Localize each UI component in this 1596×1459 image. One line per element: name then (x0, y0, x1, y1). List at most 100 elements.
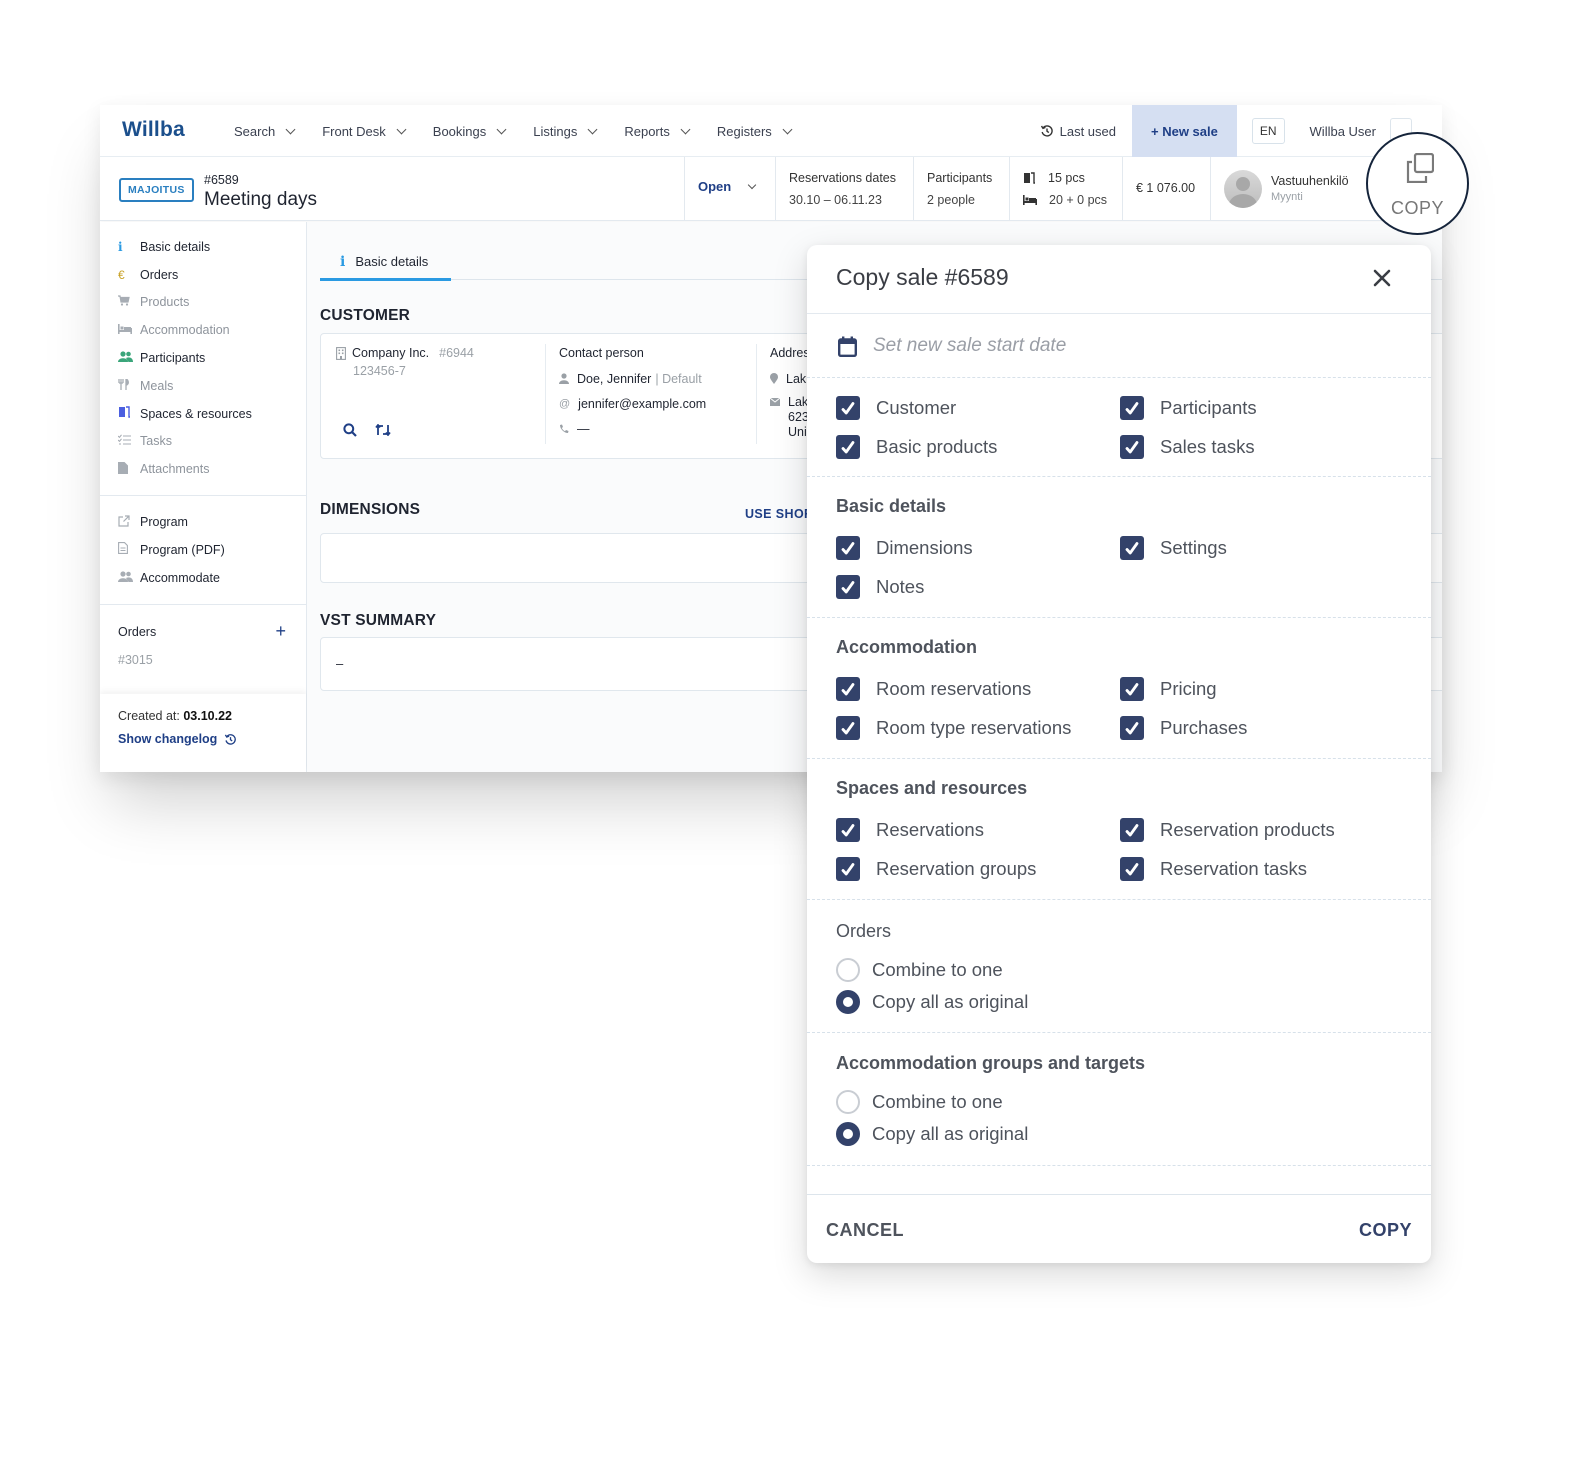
checkbox-customer[interactable]: Customer (836, 396, 956, 420)
file-icon (118, 461, 140, 477)
sidebar-item-label: Attachments (140, 462, 210, 477)
radio-orders-copy-original[interactable]: Copy all as original (836, 990, 1028, 1014)
contact-person: Contact person Doe, Jennifer | Default @ j… (559, 346, 706, 441)
menu-label: Search (234, 123, 276, 139)
menu-listings[interactable]: Listings (533, 124, 598, 139)
participants-label: Participants (927, 171, 993, 185)
checkbox-participants[interactable]: Participants (1120, 396, 1257, 420)
checkbox-label: Purchases (1160, 717, 1248, 738)
show-changelog-link[interactable]: Show changelog (118, 732, 288, 746)
contact-email[interactable]: jennifer@example.com (578, 397, 706, 411)
sidebar-item-spaces[interactable]: Spaces & resources (100, 400, 306, 428)
sidebar-item-attachments[interactable]: Attachments (100, 455, 306, 483)
spaces-count: 15 pcs (1048, 171, 1085, 185)
tab-label: Basic details (355, 254, 429, 269)
sidebar-link-label: Accommodate (140, 570, 220, 585)
menu-bookings[interactable]: Bookings (433, 124, 507, 139)
checkbox-room-type-reservations[interactable]: Room type reservations (836, 716, 1071, 740)
postal-line: Lak (788, 395, 809, 409)
participants-summary[interactable]: Participants 2 people (913, 157, 1009, 221)
copy-button[interactable]: COPY (1359, 1220, 1412, 1241)
menu-reports[interactable]: Reports (624, 124, 691, 139)
search-icon[interactable] (343, 423, 357, 437)
sidebar-link-program-pdf[interactable]: Program (PDF) (100, 536, 306, 564)
checkbox-checked-icon (1120, 857, 1144, 881)
sale-type-badge: MAJOITUS (119, 178, 194, 202)
checkbox-reservation-products[interactable]: Reservation products (1120, 818, 1335, 842)
sidebar-item-tasks[interactable]: Tasks (100, 428, 306, 456)
postal-line: Uni (788, 425, 807, 439)
resources-summary[interactable]: 15 pcs 20 + 0 pcs (1009, 157, 1122, 221)
reservation-dates[interactable]: Reservations dates 30.10 – 06.11.23 (775, 157, 913, 221)
radio-orders-combine[interactable]: Combine to one (836, 958, 1003, 982)
sidebar-link-program[interactable]: Program (100, 508, 306, 536)
checkbox-dimensions[interactable]: Dimensions (836, 536, 973, 560)
chevron-down-icon (680, 124, 691, 134)
chevron-down-icon (285, 124, 296, 134)
checkbox-reservations[interactable]: Reservations (836, 818, 984, 842)
sidebar-item-label: Accommodation (140, 323, 230, 338)
start-date-input[interactable] (873, 330, 1373, 362)
close-icon[interactable] (1369, 265, 1395, 291)
sidebar-item-participants[interactable]: Participants (100, 344, 306, 372)
radio-label: Combine to one (872, 959, 1003, 980)
mail-icon (770, 398, 780, 406)
contact-default-tag: | Default (655, 371, 702, 386)
checkbox-room-reservations[interactable]: Room reservations (836, 677, 1031, 701)
sidebar-item-label: Products (140, 295, 190, 310)
contact-name[interactable]: Doe, Jennifer (577, 372, 651, 386)
dialog-header: Copy sale #6589 (807, 245, 1431, 314)
order-link[interactable]: #3015 (100, 647, 306, 673)
sidebar-item-label: Tasks (140, 434, 172, 449)
checkbox-checked-icon (836, 677, 860, 701)
sidebar-item-accommodation[interactable]: Accommodation (100, 316, 306, 344)
checkbox-reservation-tasks[interactable]: Reservation tasks (1120, 857, 1307, 881)
language-selector[interactable]: EN (1251, 118, 1285, 144)
checkbox-sales-tasks[interactable]: Sales tasks (1120, 435, 1255, 459)
checkbox-reservation-groups[interactable]: Reservation groups (836, 857, 1036, 881)
sidebar-item-orders[interactable]: € Orders (100, 261, 306, 289)
divider (100, 495, 306, 497)
person-icon (559, 373, 569, 384)
radio-groups-combine[interactable]: Combine to one (836, 1090, 1003, 1114)
radio-groups-copy-original[interactable]: Copy all as original (836, 1122, 1028, 1146)
sidebar-link-accommodate[interactable]: Accommodate (100, 564, 306, 592)
use-shortcut-link[interactable]: USE SHOR (745, 507, 814, 521)
willba-logo[interactable]: Willba (122, 118, 185, 142)
user-name[interactable]: Willba User (1310, 124, 1376, 139)
sidebar-item-label: Spaces & resources (140, 406, 252, 421)
responsible-name: Vastuuhenkilö (1271, 174, 1349, 188)
copy-button-callout[interactable]: COPY (1366, 132, 1469, 235)
chevron-down-icon (396, 124, 407, 134)
people-icon (118, 351, 140, 365)
cancel-button[interactable]: CANCEL (826, 1220, 904, 1241)
sidebar-item-products[interactable]: Products (100, 289, 306, 317)
new-sale-button[interactable]: + New sale (1132, 105, 1237, 157)
tab-basic-details[interactable]: i Basic details (320, 245, 451, 281)
checkbox-purchases[interactable]: Purchases (1120, 716, 1247, 740)
checkbox-pricing[interactable]: Pricing (1120, 677, 1217, 701)
menu-search[interactable]: Search (234, 123, 296, 139)
address-label: Addres (770, 346, 810, 360)
chevron-down-icon (782, 124, 793, 134)
contact-label: Contact person (559, 346, 644, 360)
checkbox-settings[interactable]: Settings (1120, 536, 1227, 560)
sidebar-link-label: Program (140, 515, 188, 530)
sidebar-item-basic-details[interactable]: i Basic details (100, 233, 306, 261)
company-name[interactable]: Company Inc. (352, 346, 429, 360)
checkbox-notes[interactable]: Notes (836, 575, 924, 599)
menu-front-desk[interactable]: Front Desk (322, 123, 407, 139)
section-title: Orders (836, 921, 892, 941)
sidebar-item-meals[interactable]: Meals (100, 372, 306, 400)
section-title: Accommodation groups and targets (836, 1053, 1146, 1073)
menu-label: Front Desk (322, 123, 386, 139)
swap-icon[interactable] (375, 424, 391, 436)
add-order-icon[interactable]: + (275, 621, 286, 642)
menu-registers[interactable]: Registers (717, 124, 793, 139)
checkbox-checked-icon (836, 818, 860, 842)
reservation-dates-value: 30.10 – 06.11.23 (789, 193, 882, 207)
status-dropdown[interactable]: Open (684, 157, 775, 221)
last-used-button[interactable]: Last used (1040, 124, 1116, 139)
checkbox-basic-products[interactable]: Basic products (836, 435, 997, 459)
divider (545, 344, 546, 444)
